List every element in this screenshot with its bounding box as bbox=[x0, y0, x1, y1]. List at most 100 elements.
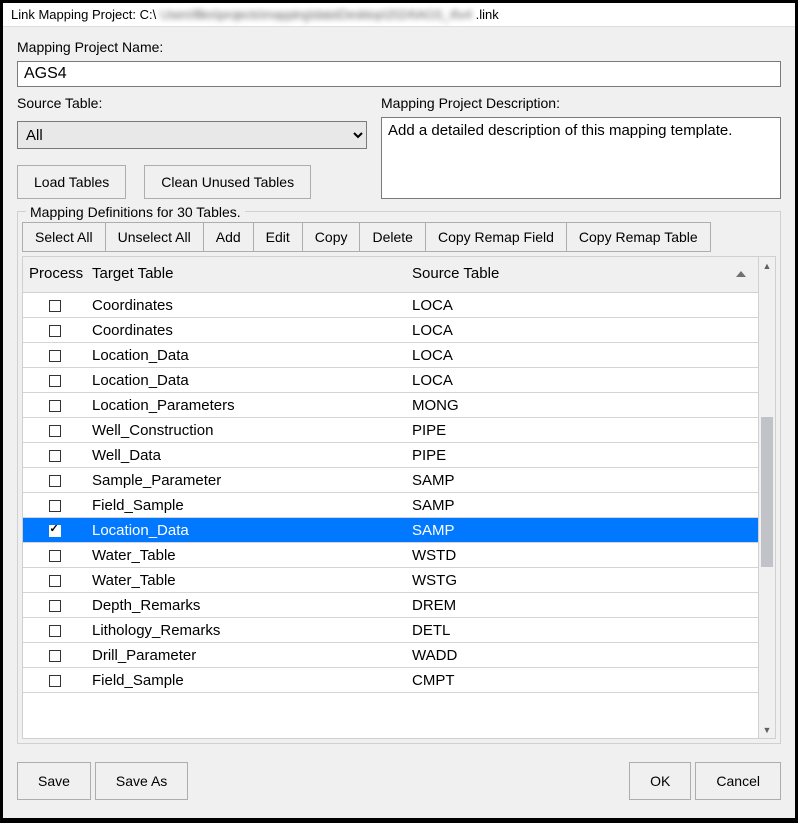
source-table-cell: SAMP bbox=[406, 518, 758, 543]
process-cell[interactable] bbox=[23, 618, 86, 643]
table-row[interactable]: Well_ConstructionPIPE bbox=[23, 418, 758, 443]
title-prefix: Link Mapping Project: C:\ bbox=[11, 7, 156, 22]
project-name-label: Mapping Project Name: bbox=[17, 39, 781, 55]
delete-button[interactable]: Delete bbox=[359, 222, 425, 252]
process-cell[interactable] bbox=[23, 593, 86, 618]
table-row[interactable]: Depth_RemarksDREM bbox=[23, 593, 758, 618]
process-checkbox[interactable] bbox=[49, 475, 61, 487]
process-checkbox[interactable] bbox=[49, 650, 61, 662]
process-checkbox[interactable] bbox=[49, 450, 61, 462]
process-checkbox[interactable] bbox=[49, 575, 61, 587]
save-button[interactable]: Save bbox=[17, 762, 91, 800]
process-checkbox[interactable] bbox=[49, 300, 61, 312]
column-header-process[interactable]: Process bbox=[23, 257, 86, 293]
target-table-cell: Coordinates bbox=[86, 318, 406, 343]
process-cell[interactable] bbox=[23, 443, 86, 468]
source-table-cell: SAMP bbox=[406, 468, 758, 493]
source-table-cell: WADD bbox=[406, 643, 758, 668]
target-table-cell: Location_Data bbox=[86, 518, 406, 543]
source-table-cell: LOCA bbox=[406, 318, 758, 343]
source-table-cell: PIPE bbox=[406, 443, 758, 468]
table-row[interactable]: Water_TableWSTG bbox=[23, 568, 758, 593]
source-table-label: Source Table: bbox=[17, 95, 367, 111]
process-cell[interactable] bbox=[23, 318, 86, 343]
title-suffix: .link bbox=[476, 7, 499, 22]
process-cell[interactable] bbox=[23, 393, 86, 418]
target-table-cell: Well_Data bbox=[86, 443, 406, 468]
scroll-down-icon[interactable]: ▼ bbox=[759, 721, 775, 738]
scroll-thumb[interactable] bbox=[761, 417, 773, 567]
mapping-table[interactable]: Process Target Table Source Table Coordi… bbox=[22, 256, 759, 739]
process-cell[interactable] bbox=[23, 293, 86, 318]
copy-remap-field-button[interactable]: Copy Remap Field bbox=[425, 222, 567, 252]
table-row[interactable]: Water_TableWSTD bbox=[23, 543, 758, 568]
description-label: Mapping Project Description: bbox=[381, 95, 781, 111]
process-checkbox[interactable] bbox=[49, 350, 61, 362]
select-all-button[interactable]: Select All bbox=[22, 222, 106, 252]
process-checkbox[interactable] bbox=[49, 550, 61, 562]
description-textarea[interactable] bbox=[381, 117, 781, 199]
process-cell[interactable] bbox=[23, 668, 86, 693]
process-checkbox[interactable] bbox=[49, 400, 61, 412]
add-button[interactable]: Add bbox=[203, 222, 254, 252]
cancel-button[interactable]: Cancel bbox=[695, 762, 781, 800]
process-checkbox[interactable] bbox=[49, 325, 61, 337]
source-table-cell: PIPE bbox=[406, 418, 758, 443]
process-cell[interactable] bbox=[23, 368, 86, 393]
table-row[interactable]: CoordinatesLOCA bbox=[23, 318, 758, 343]
edit-button[interactable]: Edit bbox=[253, 222, 303, 252]
process-cell[interactable] bbox=[23, 643, 86, 668]
process-cell[interactable] bbox=[23, 493, 86, 518]
process-checkbox[interactable] bbox=[49, 625, 61, 637]
table-row[interactable]: Location_DataSAMP bbox=[23, 518, 758, 543]
table-row[interactable]: Lithology_RemarksDETL bbox=[23, 618, 758, 643]
ok-button[interactable]: OK bbox=[629, 762, 691, 800]
target-table-cell: Water_Table bbox=[86, 543, 406, 568]
source-table-cell: WSTD bbox=[406, 543, 758, 568]
table-row[interactable]: Field_SampleSAMP bbox=[23, 493, 758, 518]
process-cell[interactable] bbox=[23, 518, 86, 543]
target-table-cell: Well_Construction bbox=[86, 418, 406, 443]
process-cell[interactable] bbox=[23, 418, 86, 443]
target-table-cell: Location_Parameters bbox=[86, 393, 406, 418]
unselect-all-button[interactable]: Unselect All bbox=[105, 222, 204, 252]
copy-remap-table-button[interactable]: Copy Remap Table bbox=[566, 222, 711, 252]
table-row[interactable]: Location_DataLOCA bbox=[23, 343, 758, 368]
process-checkbox[interactable] bbox=[49, 600, 61, 612]
mapping-toolbar: Select All Unselect All Add Edit Copy De… bbox=[22, 222, 776, 252]
mapping-definitions-legend: Mapping Definitions for 30 Tables. bbox=[26, 204, 245, 220]
process-cell[interactable] bbox=[23, 568, 86, 593]
load-tables-button[interactable]: Load Tables bbox=[17, 165, 126, 199]
scroll-up-icon[interactable]: ▲ bbox=[759, 257, 775, 274]
save-as-button[interactable]: Save As bbox=[95, 762, 188, 800]
table-row[interactable]: CoordinatesLOCA bbox=[23, 293, 758, 318]
copy-button[interactable]: Copy bbox=[302, 222, 361, 252]
dialog-footer: Save Save As OK Cancel bbox=[3, 754, 795, 818]
column-header-target[interactable]: Target Table bbox=[86, 257, 406, 293]
table-row[interactable]: Drill_ParameterWADD bbox=[23, 643, 758, 668]
process-cell[interactable] bbox=[23, 543, 86, 568]
table-row[interactable]: Field_SampleCMPT bbox=[23, 668, 758, 693]
process-cell[interactable] bbox=[23, 343, 86, 368]
process-checkbox[interactable] bbox=[49, 675, 61, 687]
target-table-cell: Drill_Parameter bbox=[86, 643, 406, 668]
source-table-cell: DREM bbox=[406, 593, 758, 618]
table-row[interactable]: Sample_ParameterSAMP bbox=[23, 468, 758, 493]
dialog-content: Mapping Project Name: Source Table: All … bbox=[3, 27, 795, 754]
link-mapping-dialog: Link Mapping Project: C:\ Users\files\pr… bbox=[2, 2, 796, 819]
table-row[interactable]: Location_DataLOCA bbox=[23, 368, 758, 393]
source-table-select[interactable]: All bbox=[17, 121, 367, 149]
process-cell[interactable] bbox=[23, 468, 86, 493]
table-row[interactable]: Location_ParametersMONG bbox=[23, 393, 758, 418]
vertical-scrollbar[interactable]: ▲ ▼ bbox=[759, 256, 776, 739]
title-bar: Link Mapping Project: C:\ Users\files\pr… bbox=[3, 3, 795, 27]
project-name-input[interactable] bbox=[17, 61, 781, 87]
process-checkbox[interactable] bbox=[49, 375, 61, 387]
process-checkbox[interactable] bbox=[49, 425, 61, 437]
clean-unused-tables-button[interactable]: Clean Unused Tables bbox=[144, 165, 311, 199]
process-checkbox[interactable] bbox=[49, 500, 61, 512]
process-checkbox[interactable] bbox=[49, 525, 61, 537]
table-row[interactable]: Well_DataPIPE bbox=[23, 443, 758, 468]
source-table-cell: DETL bbox=[406, 618, 758, 643]
column-header-source[interactable]: Source Table bbox=[406, 257, 758, 293]
